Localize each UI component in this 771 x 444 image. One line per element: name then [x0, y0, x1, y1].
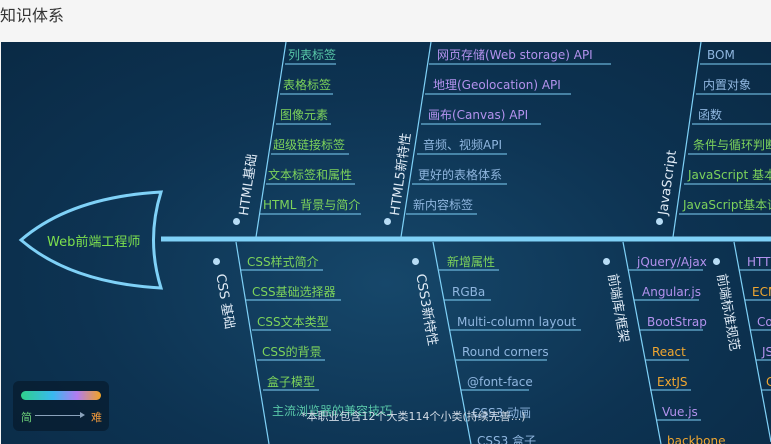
item-css3-box[interactable]: CSS3 盒子 — [477, 434, 536, 444]
item-commonjs[interactable]: Co — [757, 315, 771, 329]
item-ecma[interactable]: ECM — [752, 285, 771, 299]
bone-frameworks — [622, 241, 662, 444]
item-css-background[interactable]: CSS的背景 — [262, 345, 322, 359]
item-rgba[interactable]: RGBa — [452, 285, 485, 299]
difficulty-gradient-bar — [21, 391, 101, 400]
bone-css-basic — [235, 241, 270, 444]
item-http[interactable]: HTT — [747, 255, 770, 269]
item-bootstrap[interactable]: BootStrap — [647, 315, 707, 329]
item-multi-column[interactable]: Multi-column layout — [457, 315, 576, 329]
item-css-text[interactable]: CSS文本类型 — [257, 315, 329, 329]
category-dot — [384, 218, 391, 225]
fishbone-diagram: Web前端工程师 HTML基础 HTML5新特性 JavaScript CSS … — [1, 42, 771, 444]
item-js-basics-1[interactable]: JavaScript 基本 — [688, 168, 771, 182]
legend-easy-label: 简 — [21, 411, 32, 424]
item-jquery[interactable]: jQuery/Ajax — [637, 255, 707, 269]
page-title: 知识体系 — [0, 6, 65, 25]
legend-hard-label: 难 — [91, 411, 102, 424]
item-round-corners[interactable]: Round corners — [462, 345, 549, 359]
item-html-list-tags[interactable]: 列表标签 — [288, 48, 336, 62]
item-web-storage[interactable]: 网页存储(Web storage) API — [437, 48, 593, 62]
item-geolocation[interactable]: 地理(Geolocation) API — [433, 78, 561, 92]
category-dot — [233, 218, 240, 225]
item-backbone[interactable]: backbone — [667, 434, 725, 444]
item-c-standard[interactable]: C — [766, 375, 771, 389]
item-html-image[interactable]: 图像元素 — [280, 108, 328, 122]
item-builtin-objects[interactable]: 内置对象 — [703, 78, 751, 92]
item-css-intro[interactable]: CSS样式简介 — [247, 255, 319, 269]
item-conditions-loops[interactable]: 条件与循环判断 — [693, 138, 771, 152]
item-box-model[interactable]: 盒子模型 — [267, 375, 315, 389]
item-audio-video[interactable]: 音频、视频API — [423, 138, 502, 152]
item-angular[interactable]: Angular.js — [642, 285, 701, 299]
footer-note: *本职业包含12个大类114个小类(持续完善...) — [301, 410, 526, 423]
item-js-standard[interactable]: JS — [762, 345, 771, 359]
category-dot — [213, 258, 220, 265]
category-dot — [603, 258, 610, 265]
difficulty-legend: 简 难 — [13, 381, 109, 431]
item-extjs[interactable]: ExtJS — [657, 375, 688, 389]
item-new-tags[interactable]: 新内容标签 — [413, 198, 473, 212]
item-html-intro[interactable]: HTML 背景与简介 — [263, 198, 360, 212]
item-canvas[interactable]: 画布(Canvas) API — [428, 108, 528, 122]
category-dot — [412, 258, 419, 265]
item-css3-new-props[interactable]: 新增属性 — [447, 255, 495, 269]
category-dot — [713, 258, 720, 265]
item-js-basics-2[interactable]: JavaScript基本语 — [683, 198, 771, 212]
head-label: Web前端工程师 — [47, 235, 141, 250]
item-html-table-tags[interactable]: 表格标签 — [283, 78, 331, 92]
item-functions[interactable]: 函数 — [698, 108, 722, 122]
item-vue[interactable]: Vue.js — [662, 405, 698, 419]
category-dot — [656, 218, 663, 225]
item-html-text-tags[interactable]: 文本标签和属性 — [268, 168, 352, 182]
item-react[interactable]: React — [652, 345, 686, 359]
item-bom[interactable]: BOM — [707, 48, 735, 62]
legend-arrow-icon — [35, 412, 85, 418]
item-css-selectors[interactable]: CSS基础选择器 — [252, 285, 336, 299]
item-font-face[interactable]: @font-face — [467, 375, 533, 389]
item-tables[interactable]: 更好的表格体系 — [418, 168, 502, 182]
item-html-link-tags[interactable]: 超级链接标签 — [273, 138, 345, 152]
